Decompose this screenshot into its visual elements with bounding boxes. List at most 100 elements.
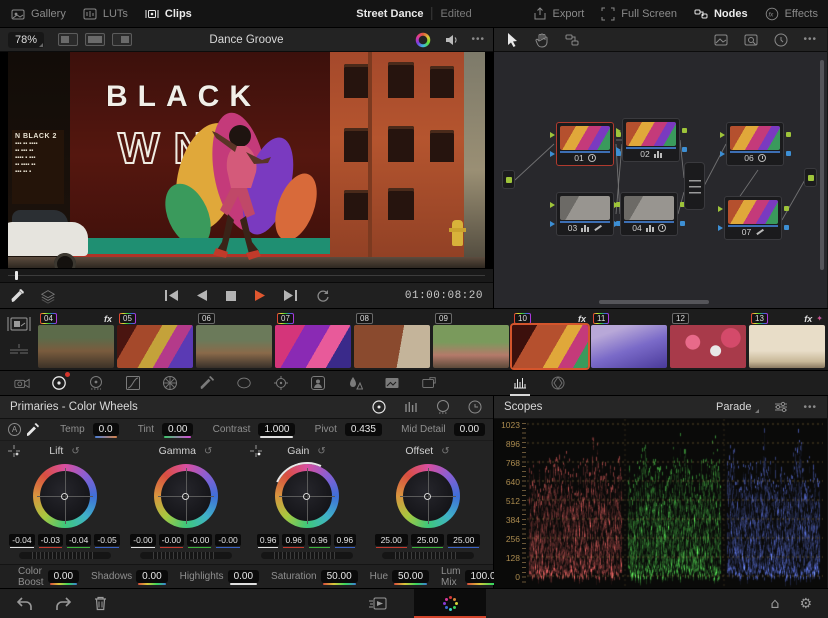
timeline-clip[interactable]: 12 [670,312,746,370]
loop-button[interactable] [315,289,330,303]
gain-master-slider[interactable] [261,552,353,559]
waveform-parade-scope[interactable]: 1023 896 768 640 512 384 256 128 0 [494,419,827,588]
color-boost-value[interactable]: 0.00 [48,570,79,583]
stills-tab[interactable] [384,375,400,391]
pan-hand-icon[interactable] [534,32,550,48]
cut-page-button[interactable] [368,596,388,611]
blur-tab[interactable] [347,375,363,391]
timeline-clip[interactable]: 09 [433,312,509,370]
viewer-image[interactable]: N BLACK 2▪▪▪ ▪▪ ▪▪▪▪▪▪ ▪▪▪ ▪▪▪▪▪▪ ▪ ▪▪▪▪… [0,52,493,268]
offset-g-value[interactable]: 25.00 [411,534,444,546]
camera-raw-tab[interactable] [14,375,30,391]
lift-wheel[interactable] [33,464,97,528]
next-clip-button[interactable] [283,289,298,302]
gamma-wheel[interactable] [154,464,218,528]
offset-master-slider[interactable] [382,552,474,559]
corrector-node-03[interactable]: 03 [556,192,614,236]
lift-b-value[interactable]: -0.05 [94,534,119,546]
magic-mask-tab[interactable] [310,375,326,391]
color-warper-tab[interactable] [162,375,178,391]
clips-button[interactable]: Clips [144,6,192,22]
clip-thumbnail[interactable] [591,325,667,368]
still-preview-icon[interactable] [713,32,729,48]
lift-r-value[interactable]: -0.03 [38,534,63,546]
gain-reset-icon[interactable]: ↺ [317,446,325,457]
scopes-more-menu[interactable]: ••• [803,402,817,413]
timeline-clip[interactable]: 13fx✦ [749,312,825,370]
corrector-node-06[interactable]: 06 [726,122,784,166]
clip-thumbnail[interactable] [512,325,588,368]
fullscreen-button[interactable]: Full Screen [600,6,677,22]
color-page-tab-active[interactable] [414,589,486,618]
split-viewer-toggle[interactable] [85,33,105,46]
offset-r-value[interactable]: 25.00 [375,534,408,546]
viewer-scrub-bar[interactable] [0,268,493,282]
gain-y-value[interactable]: 0.96 [257,534,280,546]
luts-button[interactable]: LUTs [82,6,128,22]
gamma-y-value[interactable]: -0.00 [130,534,155,546]
add-node-tool-icon[interactable] [564,32,580,48]
gain-g-value[interactable]: 0.96 [308,534,331,546]
color-wheels-tab[interactable] [51,375,67,391]
corrector-node-07[interactable]: 07 [724,196,782,240]
scope-mode-dropdown[interactable]: Parade [716,401,759,413]
redo-button[interactable] [55,597,72,611]
gain-b-value[interactable]: 0.96 [334,534,357,546]
saturation-value[interactable]: 50.00 [321,570,358,583]
contrast-value[interactable]: 1.000 [258,423,295,436]
clip-thumbnail[interactable] [275,325,351,368]
timeline-clip[interactable]: 04fx [38,312,114,370]
shadows-value[interactable]: 0.00 [136,570,167,583]
clip-thumbnail[interactable] [433,325,509,368]
mid-detail-value[interactable]: 0.00 [454,423,485,436]
timeline-clip[interactable]: 08 [354,312,430,370]
clip-thumbnail[interactable] [354,325,430,368]
corrector-node-04[interactable]: 04 [620,192,678,236]
lift-y-value[interactable]: -0.04 [9,534,34,546]
clip-thumbnail[interactable] [749,325,825,368]
tint-value[interactable]: 0.00 [162,423,193,436]
qualifier-tab[interactable] [199,375,215,391]
tracker-tab[interactable] [273,375,289,391]
reset-palette-icon[interactable] [467,399,483,415]
timeline-clip[interactable]: 07 [275,312,351,370]
node-source-output[interactable] [502,170,515,189]
white-balance-picker-icon[interactable] [25,422,41,438]
lift-reset-icon[interactable]: ↺ [71,446,79,457]
scope-settings-icon[interactable] [773,399,789,415]
open-fx-tab[interactable] [421,375,437,391]
color-enhance-icon[interactable] [415,32,431,48]
lift-master-slider[interactable] [19,552,111,559]
keyframes-tab[interactable] [550,375,566,391]
offset-wheel[interactable] [396,464,460,528]
node-final-output[interactable] [804,168,817,187]
pivot-value[interactable]: 0.435 [345,423,382,436]
log-mode-icon[interactable] [435,399,451,415]
hdr-wheels-tab[interactable] [88,375,104,391]
clip-thumbnail[interactable] [38,325,114,368]
enhanced-viewer-toggle[interactable] [112,33,132,46]
power-window-tab[interactable] [236,375,252,391]
clips-filmstrip-icon[interactable] [6,315,32,333]
scopes-tab[interactable] [512,375,528,391]
lift-picker-icon[interactable] [8,445,20,457]
node-graph[interactable]: 01 02 06 03 [494,52,827,308]
highlights-value[interactable]: 0.00 [228,570,259,583]
gamma-b-value[interactable]: -0.00 [215,534,240,546]
timeline-mini-icon[interactable] [8,343,30,357]
nodes-button[interactable]: Nodes [693,6,748,22]
node-graph-vscrollbar[interactable] [820,60,824,270]
prev-clip-button[interactable] [164,289,179,302]
temp-value[interactable]: 0.0 [93,423,119,436]
browse-stills-icon[interactable] [743,32,759,48]
corrector-node-01[interactable]: 01 [556,122,614,166]
viewer-zoom-dropdown[interactable]: 78% [8,32,44,48]
viewer-more-menu[interactable]: ••• [471,34,485,45]
curves-tab[interactable] [125,375,141,391]
timeline-clip-current[interactable]: 10fx [512,312,588,370]
offset-b-value[interactable]: 25.00 [447,534,480,546]
export-button[interactable]: Export [532,6,585,22]
history-icon[interactable] [773,32,789,48]
lift-g-value[interactable]: -0.04 [66,534,91,546]
effects-button[interactable]: fx Effects [764,6,818,22]
